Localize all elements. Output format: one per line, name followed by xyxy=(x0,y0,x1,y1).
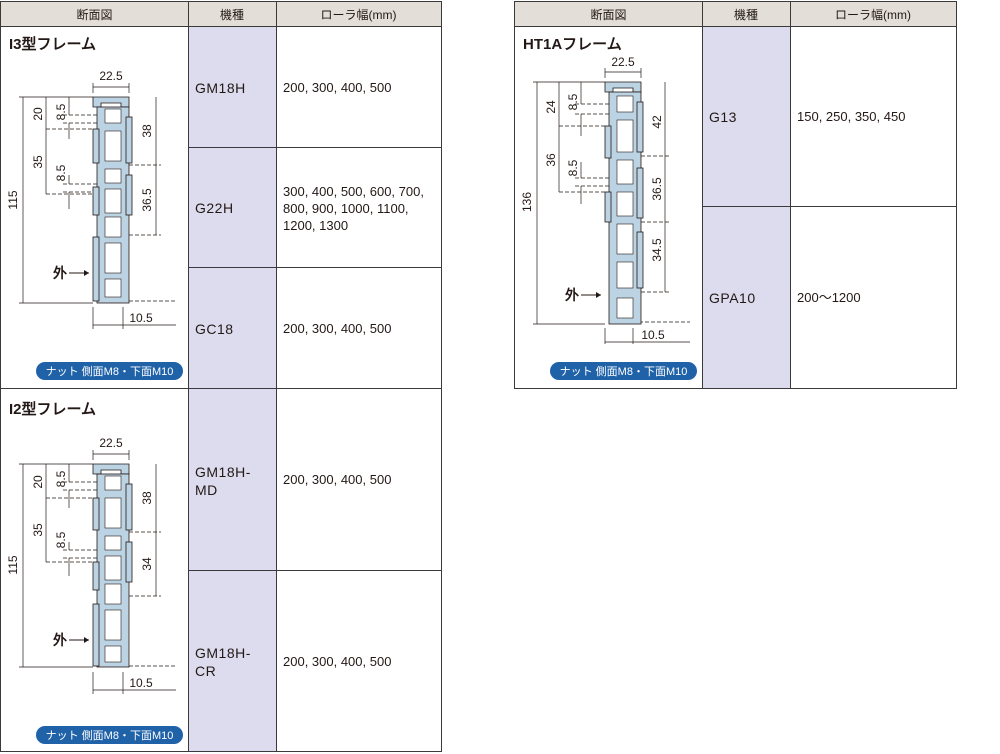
dim-b: 8.5 xyxy=(54,470,68,487)
roller-widths: 200, 300, 400, 500 xyxy=(283,472,392,487)
divider xyxy=(188,2,189,751)
dim-c: 38 xyxy=(140,491,154,505)
divider xyxy=(189,267,441,268)
dim-d: 35 xyxy=(31,523,45,537)
divider xyxy=(1,388,441,389)
dim-g: 34.5 xyxy=(650,238,664,262)
divider xyxy=(790,2,791,388)
dim-f: 36.5 xyxy=(650,177,664,201)
dim-a: 20 xyxy=(31,107,45,121)
outer-label: 外 xyxy=(53,265,67,281)
i3-cross-section-drawing: 22.5 20 8.5 38 35 8.5 36.5 115 10.5 外 xyxy=(6,69,176,329)
right-spec-table: 断面図 機種 ローラ幅(mm) G13 150, 250, 350, 450 G… xyxy=(514,1,957,389)
roller-widths: 300, 400, 500, 600, 700, 800, 900, 1000,… xyxy=(283,184,424,233)
dim-top: 22.5 xyxy=(99,436,123,450)
i2-frame-title: I2型フレーム xyxy=(9,401,97,418)
header-section-right: 断面図 xyxy=(515,2,702,27)
dim-e: 8.5 xyxy=(566,159,580,176)
outer-label: 外 xyxy=(565,287,579,303)
outer-label: 外 xyxy=(53,632,67,648)
ht1a-frame-title: HT1Aフレーム xyxy=(523,36,622,53)
roller-widths: 200, 300, 400, 500 xyxy=(283,321,392,336)
divider xyxy=(189,147,441,148)
dim-b: 8.5 xyxy=(54,103,68,120)
i2-cross-section-drawing: 22.5 20 8.5 38 35 8.5 34 115 10.5 外 xyxy=(6,436,176,694)
i3-nut-badge: ナット 側面M8・下面M10 xyxy=(36,362,183,380)
ht1a-nut-badge: ナット 側面M8・下面M10 xyxy=(550,362,697,380)
dim-bottom: 10.5 xyxy=(129,676,153,690)
dim-c: 42 xyxy=(650,115,664,129)
model-name: GM18H xyxy=(195,80,246,96)
dim-total: 115 xyxy=(6,190,20,209)
dim-total: 115 xyxy=(6,555,20,574)
dim-e: 8.5 xyxy=(54,164,68,181)
divider xyxy=(189,570,441,571)
dim-d: 35 xyxy=(31,155,45,169)
model-column-bg xyxy=(703,27,790,388)
dim-f: 34 xyxy=(140,557,154,571)
roller-widths: 200, 300, 400, 500 xyxy=(283,654,392,669)
roller-widths: 200, 300, 400, 500 xyxy=(283,80,392,95)
dim-b: 8.5 xyxy=(566,93,580,110)
divider xyxy=(276,2,277,751)
roller-widths: 200～1200 xyxy=(797,290,861,305)
model-column-bg xyxy=(189,27,276,751)
left-spec-table: 断面図 機種 ローラ幅(mm) GM18H 200, 300, 400, 500… xyxy=(0,1,442,752)
divider xyxy=(702,2,703,388)
model-name: G22H xyxy=(195,200,234,216)
dim-c: 38 xyxy=(140,124,154,138)
i2-nut-badge: ナット 側面M8・下面M10 xyxy=(36,726,183,744)
divider xyxy=(703,206,956,207)
ht1a-cross-section-drawing: 22.5 24 8.5 42 36 8.5 36.5 34.5 136 10.5… xyxy=(520,55,690,344)
dim-bottom: 10.5 xyxy=(129,311,153,325)
dim-d: 36 xyxy=(544,153,558,167)
roller-widths: 150, 250, 350, 450 xyxy=(797,109,906,124)
header-width-right: ローラ幅(mm) xyxy=(790,2,956,27)
model-name: G13 xyxy=(709,109,737,125)
model-name: GM18H-CR xyxy=(195,645,251,679)
dim-a: 20 xyxy=(31,475,45,489)
header-width-left: ローラ幅(mm) xyxy=(276,2,441,27)
dim-top: 22.5 xyxy=(99,69,123,83)
model-name: GC18 xyxy=(195,321,234,337)
header-section-left: 断面図 xyxy=(1,2,188,27)
i3-frame-title: I3型フレーム xyxy=(9,36,97,53)
dim-total: 136 xyxy=(520,192,534,212)
dim-f: 36.5 xyxy=(140,188,154,212)
header-model-left: 機種 xyxy=(188,2,276,27)
dim-e: 8.5 xyxy=(54,531,68,548)
header-model-right: 機種 xyxy=(702,2,790,27)
dim-a: 24 xyxy=(544,100,558,114)
model-name: GPA10 xyxy=(709,290,756,306)
dim-top: 22.5 xyxy=(611,55,635,69)
dim-bottom: 10.5 xyxy=(641,328,665,342)
model-name: GM18H-MD xyxy=(195,464,251,498)
